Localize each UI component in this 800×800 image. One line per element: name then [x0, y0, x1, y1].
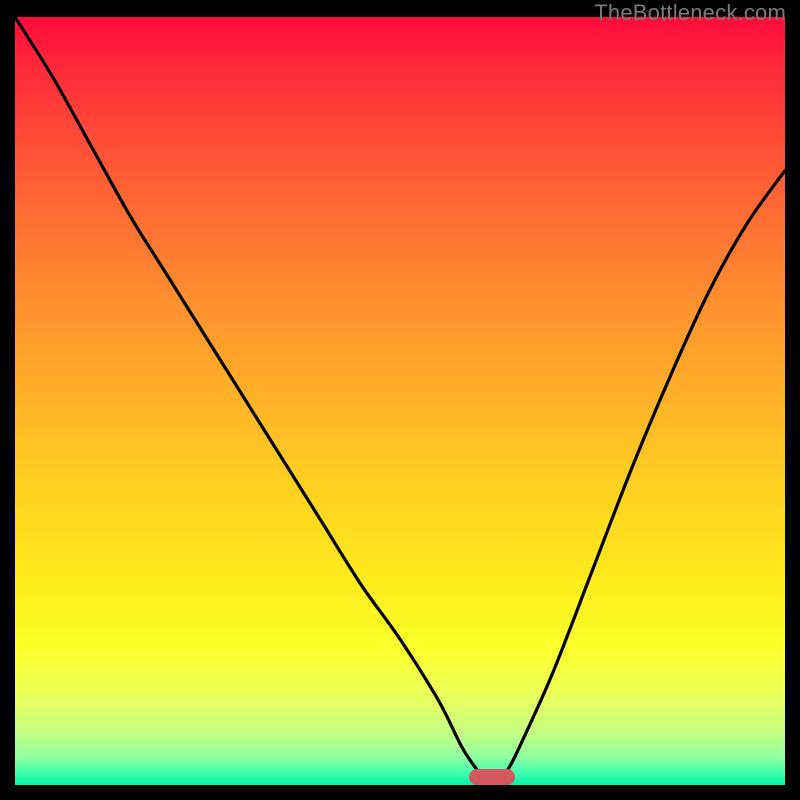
plot-area	[15, 17, 785, 785]
chart-frame: TheBottleneck.com	[0, 0, 800, 800]
watermark-text: TheBottleneck.com	[594, 0, 786, 26]
optimal-marker	[469, 769, 515, 785]
bottleneck-curve	[15, 17, 785, 785]
